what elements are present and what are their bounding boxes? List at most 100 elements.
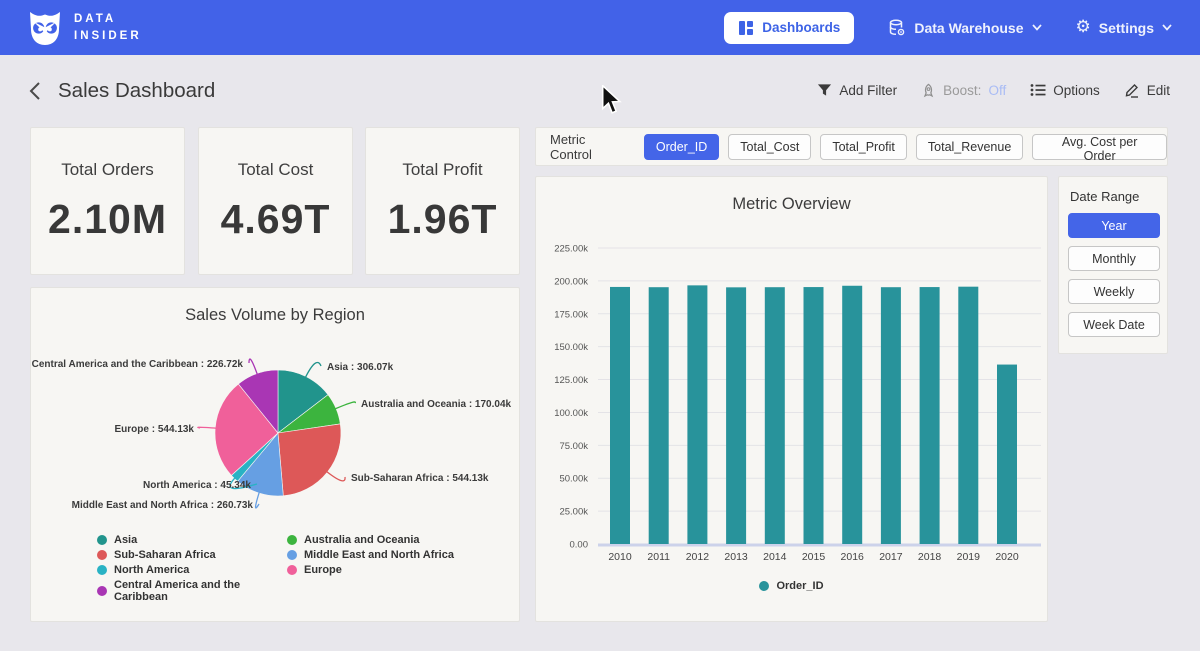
sales-dashboard-app: DATA INSIDER Dashboards bbox=[0, 0, 1200, 651]
y-axis-tick-label: 125.00k bbox=[554, 375, 588, 386]
metric-button-avg-cost-per-order[interactable]: Avg. Cost per Order bbox=[1032, 134, 1167, 160]
legend-label: Order_ID bbox=[776, 580, 823, 592]
edit-button[interactable]: Edit bbox=[1124, 82, 1170, 98]
kpi-total-cost: Total Cost 4.69T bbox=[198, 127, 353, 275]
x-axis-tick-label: 2015 bbox=[802, 551, 826, 563]
add-filter-label: Add Filter bbox=[839, 83, 897, 98]
legend-item-north-america[interactable]: North America bbox=[97, 564, 287, 576]
y-axis-tick-label: 0.00 bbox=[570, 540, 589, 551]
metric-button-total-revenue[interactable]: Total_Revenue bbox=[916, 134, 1023, 160]
pie-slice-label: Europe : 544.13k bbox=[115, 424, 195, 435]
bar-2017[interactable] bbox=[881, 287, 901, 544]
y-axis-tick-label: 100.00k bbox=[554, 408, 588, 419]
bar-chart-svg[interactable]: 0.0025.00k50.00k75.00k100.00k125.00k150.… bbox=[536, 225, 1049, 575]
data-warehouse-menu[interactable]: Data Warehouse bbox=[888, 19, 1041, 37]
kpi-label: Total Orders bbox=[61, 160, 154, 180]
x-axis-tick-label: 2010 bbox=[608, 551, 632, 563]
date-range-label: Date Range bbox=[1070, 189, 1158, 204]
brand-line1: DATA bbox=[74, 11, 142, 28]
metric-control-label: Metric Control bbox=[550, 132, 631, 162]
metric-button-total-profit[interactable]: Total_Profit bbox=[820, 134, 907, 160]
add-filter-button[interactable]: Add Filter bbox=[817, 83, 897, 98]
dashboards-label: Dashboards bbox=[762, 20, 840, 35]
legend-label: North America bbox=[114, 564, 189, 576]
kpi-value: 4.69T bbox=[221, 196, 331, 243]
metric-button-order-id[interactable]: Order_ID bbox=[644, 134, 719, 160]
bar-2019[interactable] bbox=[958, 287, 978, 544]
x-axis-tick-label: 2012 bbox=[686, 551, 710, 563]
kpi-value: 1.96T bbox=[388, 196, 498, 243]
pie-leader-line bbox=[305, 362, 321, 378]
legend-dot bbox=[759, 581, 769, 591]
kpi-label: Total Profit bbox=[402, 160, 482, 180]
legend-label: Australia and Oceania bbox=[304, 534, 420, 546]
metric-button-total-cost[interactable]: Total_Cost bbox=[728, 134, 811, 160]
legend-item: Order_ID bbox=[759, 580, 823, 592]
dashboards-button[interactable]: Dashboards bbox=[724, 12, 854, 44]
date-range-button-year[interactable]: Year bbox=[1068, 213, 1160, 238]
x-axis-tick-label: 2019 bbox=[957, 551, 981, 563]
brand[interactable]: DATA INSIDER bbox=[26, 9, 142, 47]
brand-text: DATA INSIDER bbox=[74, 11, 142, 44]
pie-leader-line bbox=[249, 359, 258, 375]
pie-chart-card: Sales Volume by Region Asia : 306.07kAus… bbox=[30, 287, 520, 622]
bar-2016[interactable] bbox=[842, 286, 862, 544]
legend-item-middle-east-and-north-africa[interactable]: Middle East and North Africa bbox=[287, 549, 454, 561]
x-axis-tick-label: 2014 bbox=[763, 551, 787, 563]
settings-label: Settings bbox=[1099, 20, 1154, 36]
x-axis-tick-label: 2020 bbox=[995, 551, 1019, 563]
x-axis-tick-label: 2013 bbox=[724, 551, 748, 563]
date-range-button-monthly[interactable]: Monthly bbox=[1068, 246, 1160, 271]
kpi-label: Total Cost bbox=[238, 160, 314, 180]
legend-dot bbox=[287, 565, 297, 575]
legend-item-europe[interactable]: Europe bbox=[287, 564, 454, 576]
legend-item-australia-and-oceania[interactable]: Australia and Oceania bbox=[287, 534, 454, 546]
date-range-panel: Date Range Year Monthly Weekly Week Date bbox=[1058, 176, 1168, 354]
boost-toggle[interactable]: Boost: Off bbox=[921, 83, 1006, 98]
legend-dot bbox=[97, 586, 107, 596]
legend-dot bbox=[97, 535, 107, 545]
owl-logo-icon bbox=[26, 9, 64, 47]
bar-2018[interactable] bbox=[920, 287, 940, 544]
back-button[interactable] bbox=[26, 80, 46, 102]
options-list-icon bbox=[1030, 83, 1046, 97]
pie-chart-svg[interactable]: Asia : 306.07k Australia and Oceania : 17… bbox=[31, 336, 521, 534]
legend-item-sub-saharan-africa[interactable]: Sub-Saharan Africa bbox=[97, 549, 287, 561]
chevron-down-icon bbox=[1032, 24, 1042, 31]
pie-slice-label: Australia and Oceania : 170.04k bbox=[361, 399, 512, 410]
legend-dot bbox=[97, 550, 107, 560]
pie-slice-sub-saharan-africa[interactable] bbox=[278, 424, 341, 496]
bar-2013[interactable] bbox=[726, 287, 746, 544]
bar-2010[interactable] bbox=[610, 287, 630, 544]
bar-2012[interactable] bbox=[687, 285, 707, 544]
legend-label: Sub-Saharan Africa bbox=[114, 549, 216, 561]
legend-label: Middle East and North Africa bbox=[304, 549, 454, 561]
y-axis-tick-label: 150.00k bbox=[554, 342, 588, 353]
chevron-down-icon bbox=[1162, 24, 1172, 31]
bar-2015[interactable] bbox=[804, 287, 824, 544]
y-axis-tick-label: 50.00k bbox=[559, 474, 588, 485]
bar-2014[interactable] bbox=[765, 287, 785, 544]
bar-2020[interactable] bbox=[997, 365, 1017, 544]
y-axis-tick-label: 25.00k bbox=[559, 507, 588, 518]
pie-slice-label: Asia : 306.07k bbox=[327, 362, 394, 373]
options-label: Options bbox=[1053, 83, 1100, 98]
boost-label: Boost: bbox=[943, 83, 981, 98]
edit-label: Edit bbox=[1147, 83, 1170, 98]
dashboards-grid-icon bbox=[738, 20, 754, 36]
settings-menu[interactable]: ⚙ Settings bbox=[1076, 19, 1172, 36]
date-range-button-week-date[interactable]: Week Date bbox=[1068, 312, 1160, 337]
x-axis-tick-label: 2018 bbox=[918, 551, 942, 563]
boost-value: Off bbox=[988, 83, 1006, 98]
pie-slice-label: Sub-Saharan Africa : 544.13k bbox=[351, 473, 489, 484]
options-button[interactable]: Options bbox=[1030, 83, 1100, 98]
legend-label: Asia bbox=[114, 534, 137, 546]
date-range-button-weekly[interactable]: Weekly bbox=[1068, 279, 1160, 304]
pie-leader-line bbox=[198, 427, 217, 428]
x-axis-tick-label: 2011 bbox=[647, 551, 670, 563]
bar-2011[interactable] bbox=[649, 287, 669, 544]
legend-item-asia[interactable]: Asia bbox=[97, 534, 287, 546]
rocket-icon bbox=[921, 83, 936, 98]
date-range-buttons: Year Monthly Weekly Week Date bbox=[1068, 213, 1158, 337]
legend-item-central-america-and-the-caribbean[interactable]: Central America and the Caribbean bbox=[97, 579, 287, 603]
